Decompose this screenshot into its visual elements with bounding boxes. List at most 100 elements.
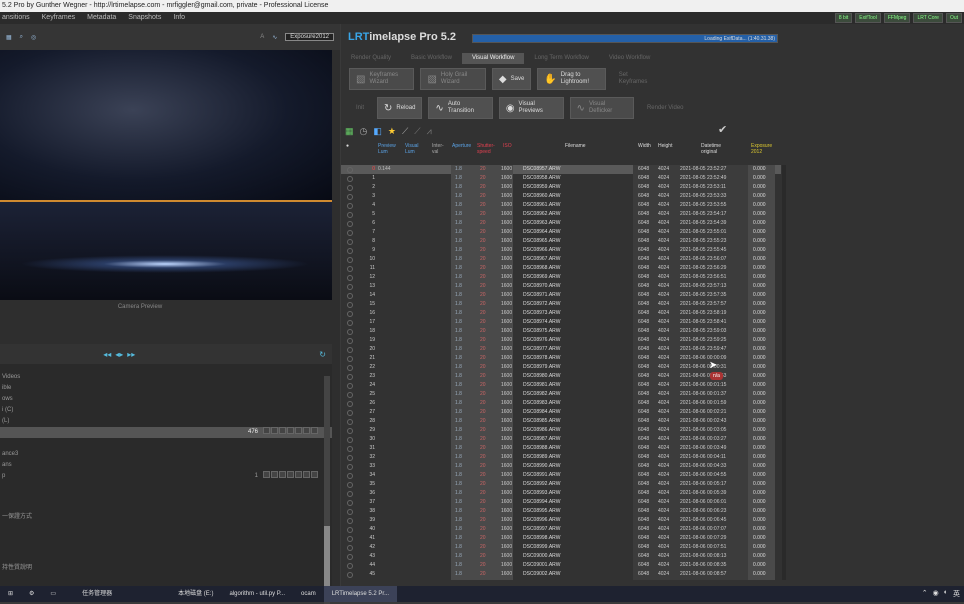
grid-icon[interactable]: ▦ [6,34,12,41]
row-radio[interactable] [347,454,353,461]
table-row[interactable]: 25 1.8 20 1600 DSC08982.ARW 6048 4024 2021-08-0… [341,390,781,399]
table-row[interactable]: 4 1.8 20 1600 DSC08961.ARW 6048 4024 2021-08-05… [341,201,781,210]
graph-icon[interactable]: ⩘ [427,126,432,137]
col-interval[interactable]: Inter-val [432,143,448,155]
table-row[interactable]: 12 1.8 20 1600 DSC08969.ARW 6048 4024 2021-08-0… [341,273,781,282]
table-row[interactable]: 38 1.8 20 1600 DSC08995.ARW 6048 4024 2021-08-0… [341,507,781,516]
taskbar-item-3[interactable]: ocam [293,586,324,602]
curve-icon[interactable]: ∿ [272,34,277,41]
left-panel-row[interactable]: Videos [0,372,332,383]
table-row[interactable]: 17 1.8 20 1600 DSC08974.ARW 6048 4024 2021-08-0… [341,318,781,327]
row-radio[interactable] [347,517,353,524]
row-radio[interactable] [347,562,353,569]
cell-box[interactable] [295,471,302,478]
row-radio[interactable] [347,418,353,425]
taskbar-item-4[interactable]: LRTimelapse 5.2 Pr... [323,586,398,602]
row-radio[interactable] [347,463,353,470]
table-row[interactable]: 42 1.8 20 1600 DSC08999.ARW 6048 4024 2021-08-0… [341,543,781,552]
table-row[interactable]: 35 1.8 20 1600 DSC08992.ARW 6048 4024 2021-08-0… [341,480,781,489]
table-row[interactable]: 26 1.8 20 1600 DSC08983.ARW 6048 4024 2021-08-0… [341,399,781,408]
row-radio[interactable] [347,571,353,578]
row2-button-4[interactable]: ∿ Visual Deflicker [569,97,634,119]
menu-item-snapshots[interactable]: Snapshots [128,12,161,24]
preview-param-select[interactable]: Exposure2012 [285,33,334,41]
bit-depth-button[interactable]: 8 bit [834,13,853,23]
table-row[interactable]: 39 1.8 20 1600 DSC08996.ARW 6048 4024 2021-08-0… [341,516,781,525]
row-radio[interactable] [347,355,353,362]
tab-2[interactable]: Visual Workflow [461,53,525,64]
table-row[interactable]: 31 1.8 20 1600 DSC08988.ARW 6048 4024 2021-08-0… [341,444,781,453]
table-row[interactable]: 3 1.8 20 1600 DSC08960.ARW 6048 4024 2021-08-05… [341,192,781,201]
cell-box[interactable] [279,427,286,434]
row-radio[interactable] [347,436,353,443]
row-radio[interactable] [347,409,353,416]
cell-box[interactable] [303,427,310,434]
check-icon[interactable]: ✔ [718,123,727,136]
play-forward-icon[interactable]: ▸▸ [127,350,135,359]
tray-up-icon[interactable]: ⌃ [922,589,928,599]
tray-network-icon[interactable]: ◉ [933,589,939,599]
cell-box[interactable] [287,471,294,478]
row-radio[interactable] [347,310,353,317]
table-row[interactable]: 16 1.8 20 1600 DSC08973.ARW 6048 4024 2021-08-0… [341,309,781,318]
cell-box[interactable] [271,427,278,434]
table-row[interactable]: 7 1.8 20 1600 DSC08964.ARW 6048 4024 2021-08-05… [341,228,781,237]
row-radio[interactable] [347,526,353,533]
col-aperture[interactable]: Aperture [452,143,476,149]
exiftool-button[interactable]: ExifTool [855,13,881,23]
row-radio[interactable] [347,472,353,479]
col-visual-lum[interactable]: Visual Lum [405,143,425,155]
col-height[interactable]: Height [658,143,672,149]
row-radio[interactable] [347,166,353,173]
cell-box[interactable] [303,471,310,478]
row2-button-5[interactable]: Render Video [640,97,691,119]
row-radio[interactable] [347,220,353,227]
row-radio[interactable] [347,319,353,326]
row-radio[interactable] [347,508,353,515]
row-radio[interactable] [347,229,353,236]
cell-box[interactable] [311,427,318,434]
cell-box[interactable] [287,427,294,434]
table-row[interactable]: 6 1.8 20 1600 DSC08963.ARW 6048 4024 2021-08-05… [341,219,781,228]
row-radio[interactable] [347,175,353,182]
taskbar-item-2[interactable]: algorithm - util.py P... [221,586,293,602]
row2-button-0[interactable]: Init [349,97,371,119]
wand-icon[interactable]: ⟋ [402,126,408,137]
menu-item-transitions[interactable]: ansitions [2,12,30,24]
table-row[interactable]: 33 1.8 20 1600 DSC08990.ARW 6048 4024 2021-08-0… [341,462,781,471]
row-cells[interactable]: 476 [248,427,318,438]
row-radio[interactable] [347,337,353,344]
row-radio[interactable] [347,445,353,452]
left-panel-row[interactable]: p1 [0,471,332,482]
table-row[interactable]: 37 1.8 20 1600 DSC08994.ARW 6048 4024 2021-08-0… [341,498,781,507]
row-radio[interactable] [347,346,353,353]
ffmpeg-button[interactable]: FFMpeg [883,13,911,23]
col-preview-lum[interactable]: Preview Lum [378,143,400,155]
left-panel-row[interactable] [0,438,332,449]
menu-item-info[interactable]: Info [173,12,185,24]
table-row[interactable]: 43 1.8 20 1600 DSC09000.ARW 6048 4024 2021-08-0… [341,552,781,561]
table-row[interactable]: 15 1.8 20 1600 DSC08972.ARW 6048 4024 2021-08-0… [341,300,781,309]
table-row[interactable]: 44 1.8 20 1600 DSC09001.ARW 6048 4024 2021-08-0… [341,561,781,570]
row-cells[interactable]: 1 [255,471,318,482]
tab-4[interactable]: Video Workflow [599,53,660,64]
row-radio[interactable] [347,301,353,308]
cell-box[interactable] [271,471,278,478]
table-scrollbar[interactable] [782,165,786,580]
cell-box[interactable] [279,471,286,478]
table-row[interactable]: 13 1.8 20 1600 DSC08970.ARW 6048 4024 2021-08-0… [341,282,781,291]
cell-box[interactable] [263,427,270,434]
left-panel-row[interactable]: ible [0,383,332,394]
clock-icon[interactable]: ◷ [360,126,368,137]
lrt-core-button[interactable]: LRT Core [913,13,943,23]
table-row[interactable]: 11 1.8 20 1600 DSC08968.ARW 6048 4024 2021-08-0… [341,264,781,273]
row1-button-4[interactable]: Set Keyframes [612,68,664,90]
row-radio[interactable] [347,400,353,407]
tray-language[interactable]: 英 [953,589,960,599]
row1-button-0[interactable]: ▧ Keyframes Wizard [349,68,415,90]
star-icon[interactable]: ★ [388,126,396,137]
taskbar-item-0[interactable]: 任务管理器 [74,586,120,602]
row1-button-3[interactable]: ✋ Drag to Lightroom! [537,68,606,90]
search-icon[interactable]: ⌕ [20,34,23,41]
table-row[interactable]: 41 1.8 20 1600 DSC08998.ARW 6048 4024 2021-08-0… [341,534,781,543]
